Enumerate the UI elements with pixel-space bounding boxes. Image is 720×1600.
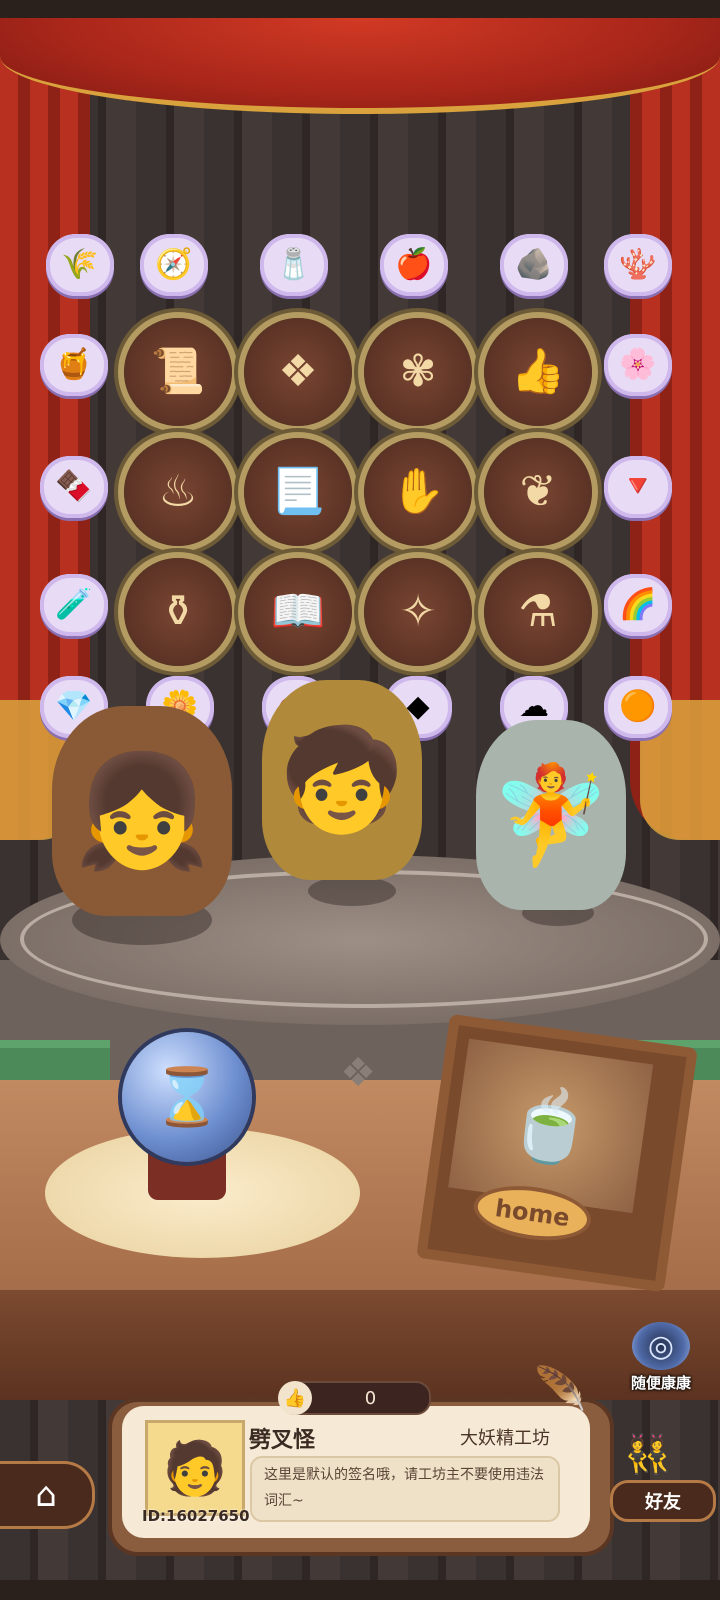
cauldron-picture: 🍵 [448, 1038, 654, 1214]
edit-quill-icon[interactable]: 🪶 [534, 1364, 586, 1420]
item-compass[interactable]: 🧭 [140, 234, 208, 296]
random-visit-button[interactable]: ◎ 随便康康 [616, 1322, 706, 1402]
item-salt-crystals[interactable]: 🧂 [260, 234, 328, 296]
item-green-potion[interactable]: 🧪 [40, 574, 108, 636]
item-chocolate-block[interactable]: 🍫 [40, 456, 108, 518]
badge-thumbs-up[interactable]: 👍 [484, 318, 592, 426]
stage-ornament: ❖ [340, 1050, 376, 1096]
character-shadow [308, 876, 396, 906]
character-telescope-boy[interactable]: 🧒 [262, 680, 422, 880]
item-golden-wheat[interactable]: 🌾 [46, 234, 114, 296]
item-copper-ore[interactable]: 🟠 [604, 676, 672, 738]
like-icon[interactable]: 👍 [278, 1381, 312, 1415]
avatar[interactable]: 🧑 [145, 1420, 245, 1516]
like-counter: 👍 0 [278, 1381, 431, 1415]
friends-icon: 👯 [624, 1432, 672, 1476]
friends-label: 好友 [610, 1480, 716, 1522]
friends-button[interactable]: 👯 好友 [610, 1432, 716, 1522]
home-button[interactable]: ⌂ [0, 1461, 95, 1529]
item-rainbow-feather[interactable]: 🌈 [604, 574, 672, 636]
house-icon: ⌂ [35, 1475, 57, 1515]
badge-pot[interactable]: ⚱ [124, 558, 232, 666]
portal-icon: ◎ [632, 1322, 690, 1370]
badge-ornament[interactable]: ❦ [484, 438, 592, 546]
top-border [0, 0, 720, 20]
badge-fairy[interactable]: ✧ [364, 558, 472, 666]
character-test-tube-fairy[interactable]: 🧚 [476, 720, 626, 910]
badge-book[interactable]: 📖 [244, 558, 352, 666]
badge-cauldron-sparkle[interactable]: ⚗ [484, 558, 592, 666]
item-red-coral[interactable]: 🪸 [604, 234, 672, 296]
workshop-name: 大妖精工坊 [460, 1428, 550, 1449]
item-honeycomb[interactable]: 🍯 [40, 334, 108, 396]
badge-rune[interactable]: ❖ [244, 318, 352, 426]
item-ore-chunk[interactable]: 🪨 [500, 234, 568, 296]
character-red-hood-girl[interactable]: 👧 [52, 706, 232, 916]
username: 劈叉怪 [249, 1428, 316, 1453]
badge-hand[interactable]: ✋ [364, 438, 472, 546]
badge-crest[interactable]: ✾ [364, 318, 472, 426]
badge-contract[interactable]: 📜 [124, 318, 232, 426]
badge-scroll[interactable]: 📃 [244, 438, 352, 546]
user-id: ID:16027650 [142, 1507, 250, 1525]
signature-text: 这里是默认的签名哦，请工坊主不要使用违法词汇~ [264, 1467, 544, 1509]
random-visit-label: 随便康康 [630, 1374, 691, 1392]
hourglass-orb-button[interactable]: ⌛ [122, 1032, 252, 1162]
hourglass-icon: ⌛ [152, 1065, 222, 1130]
like-count: 0 [364, 1387, 377, 1409]
item-purple-flower[interactable]: 🌸 [604, 334, 672, 396]
item-dark-shard[interactable]: 🔻 [604, 456, 672, 518]
bottom-border [0, 1580, 720, 1600]
item-red-apple[interactable]: 🍎 [380, 234, 448, 296]
home-picture-frame[interactable]: 🍵 home [416, 1013, 698, 1293]
badge-cauldron[interactable]: ♨ [124, 438, 232, 546]
